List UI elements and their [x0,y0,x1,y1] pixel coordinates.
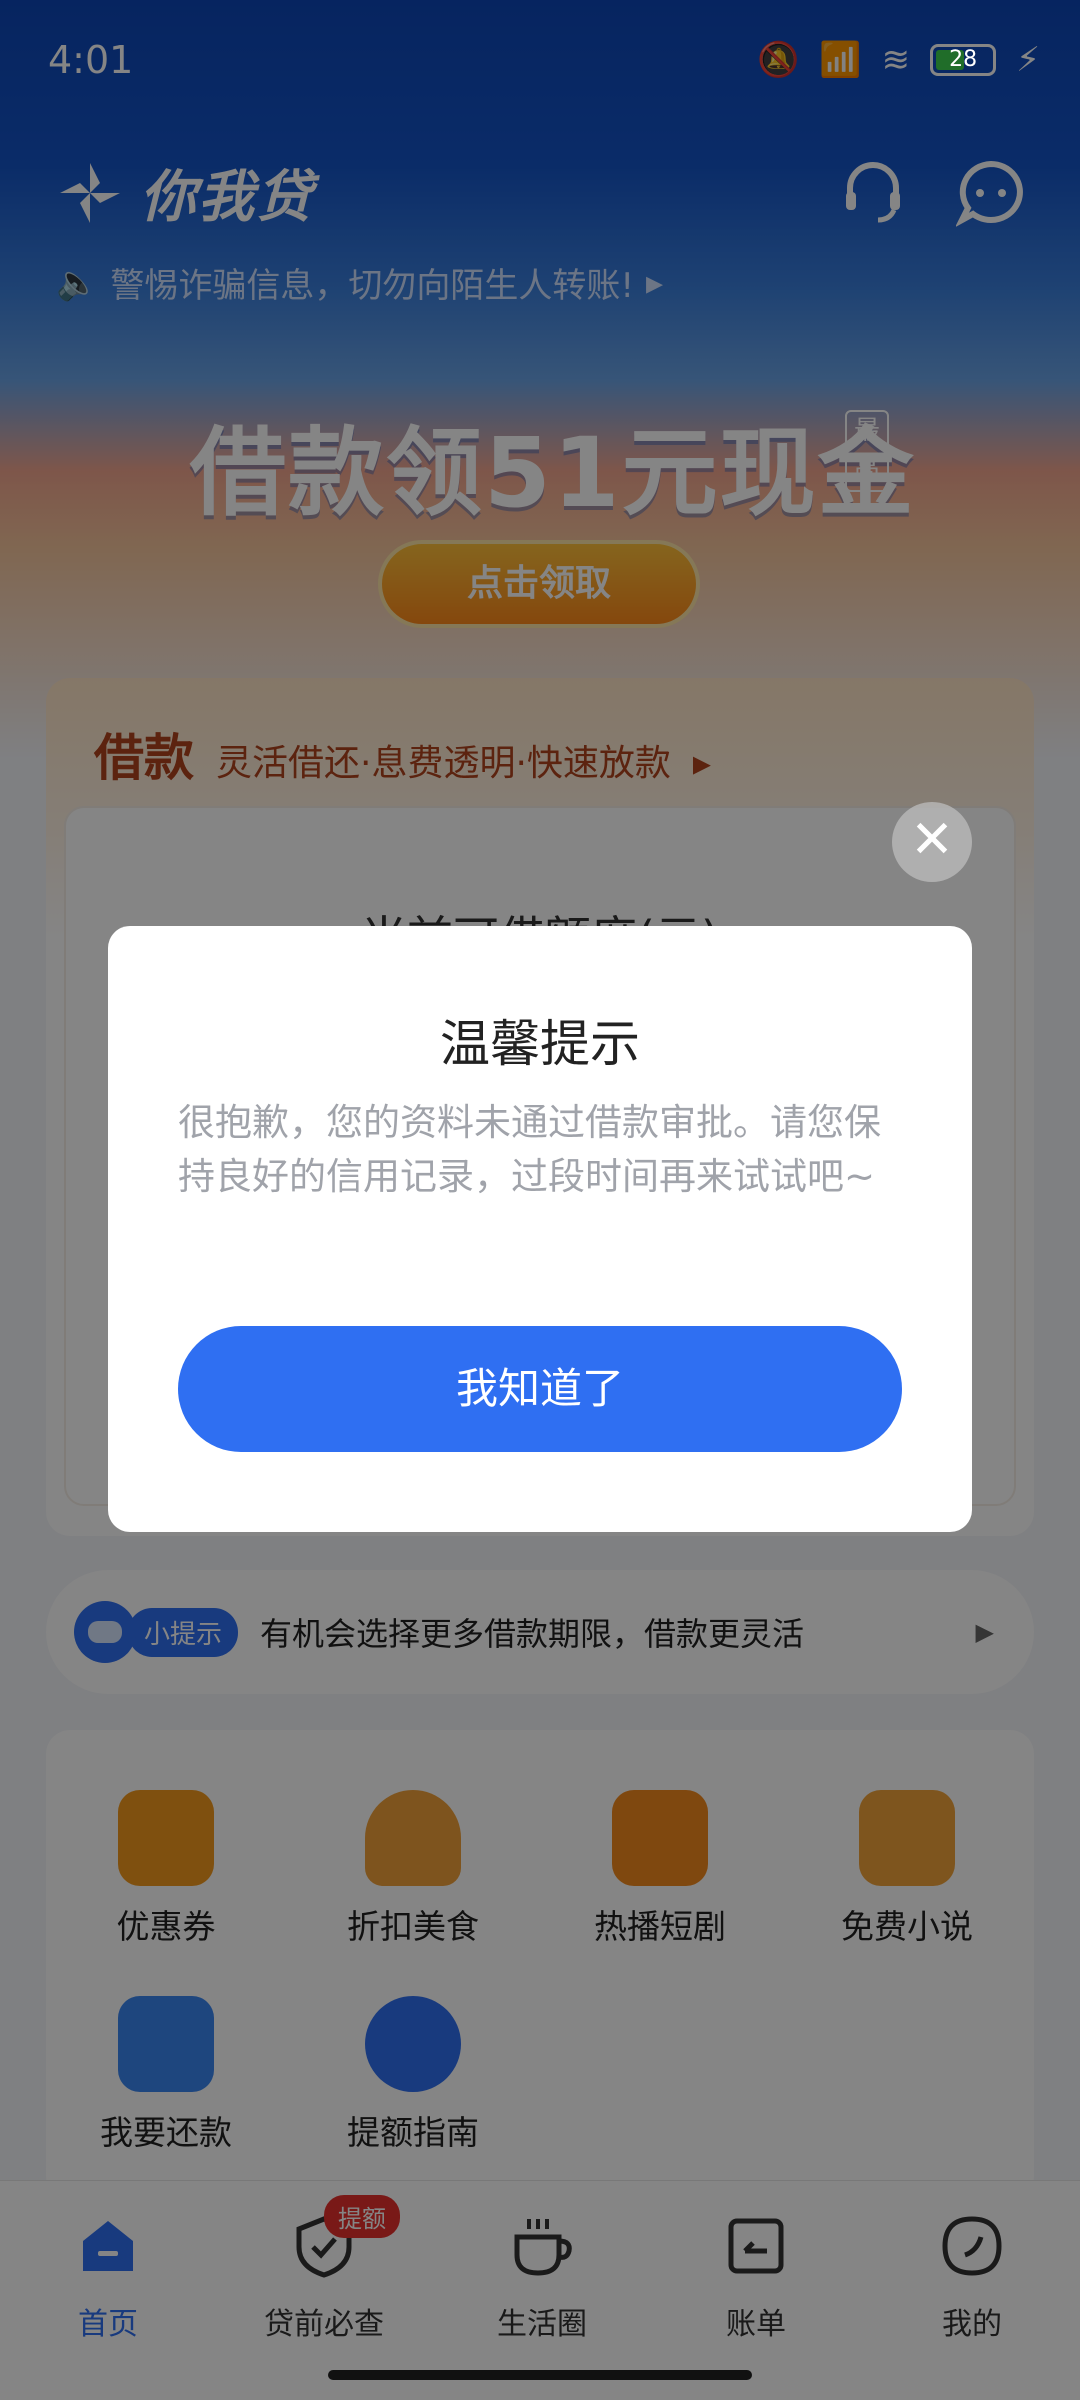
dialog-title: 温馨提示 [440,1015,640,1073]
confirm-button[interactable]: 我知道了 [178,1326,902,1452]
dialog-message: 很抱歉，您的资料未通过借款审批。请您保持良好的信用记录，过段时间再来试试吧~ [178,1101,881,1198]
alert-dialog: 温馨提示 很抱歉，您的资料未通过借款审批。请您保持良好的信用记录，过段时间再来试… [108,926,972,1532]
home-indicator[interactable] [328,2370,752,2380]
close-button[interactable]: ✕ [892,802,972,882]
